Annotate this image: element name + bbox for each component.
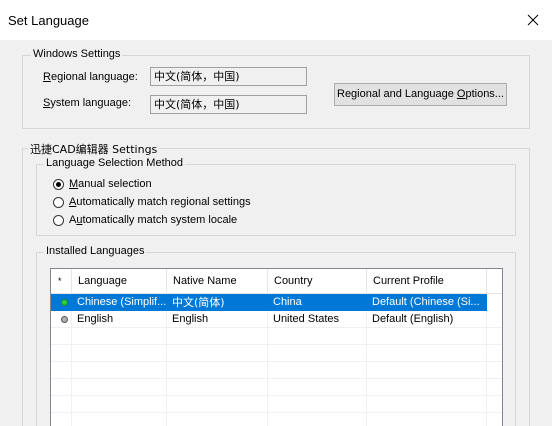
radio-label: Automatically match system locale	[69, 214, 238, 226]
radio-button-checked[interactable]	[53, 179, 64, 190]
cell-current-profile: Default (Chinese (Si...	[372, 296, 480, 308]
cell-native-name: English	[172, 313, 209, 325]
cell-country: United States	[273, 313, 340, 325]
grid-line	[51, 344, 502, 345]
cell-country: China	[273, 296, 302, 308]
close-icon	[527, 14, 539, 26]
regional-language-label: Regional language:	[43, 71, 138, 83]
list-header: * Language Native Name Country Current P…	[51, 269, 502, 294]
set-language-dialog: Set Language Windows Settings Regional l…	[0, 0, 552, 426]
table-row[interactable]: Chinese (Simplif... 中文(简体) China Default…	[51, 294, 487, 311]
column-header-language[interactable]: Language	[72, 269, 167, 293]
column-header-current-profile[interactable]: Current Profile	[367, 269, 487, 293]
system-language-field[interactable]: 中文(简体，中国)	[150, 95, 307, 114]
windows-settings-label: Windows Settings	[31, 48, 123, 60]
system-language-label: System language:	[43, 97, 132, 109]
column-header-country[interactable]: Country	[268, 269, 367, 293]
app-settings-label: 迅捷CAD编辑器 Settings	[28, 141, 160, 157]
radio-label: Automatically match regional settings	[69, 196, 251, 208]
grid-line	[51, 395, 502, 396]
title-bar: Set Language	[0, 0, 552, 40]
close-button[interactable]	[522, 9, 544, 31]
selection-method-label: Language Selection Method	[44, 157, 185, 169]
active-status-icon	[61, 299, 68, 306]
regional-language-options-button[interactable]: Regional and Language Options...	[334, 83, 507, 106]
installed-languages-label: Installed Languages	[44, 245, 147, 257]
grid-line	[51, 412, 502, 413]
inactive-status-icon	[61, 316, 68, 323]
cell-language: Chinese (Simplif...	[77, 296, 167, 308]
grid-line	[51, 361, 502, 362]
cell-native-name: 中文(简体)	[172, 296, 225, 309]
radio-label: Manual selection	[69, 178, 152, 190]
installed-languages-list[interactable]: * Language Native Name Country Current P…	[50, 268, 503, 426]
radio-button[interactable]	[53, 215, 64, 226]
cell-current-profile: Default (English)	[372, 313, 454, 325]
column-header-status[interactable]: *	[51, 269, 72, 293]
radio-button[interactable]	[53, 197, 64, 208]
column-header-native-name[interactable]: Native Name	[167, 269, 268, 293]
grid-line	[51, 378, 502, 379]
regional-language-field[interactable]: 中文(简体，中国)	[150, 67, 307, 86]
table-row[interactable]: English English United States Default (E…	[51, 311, 487, 328]
window-title: Set Language	[8, 13, 89, 28]
cell-language: English	[77, 313, 114, 325]
